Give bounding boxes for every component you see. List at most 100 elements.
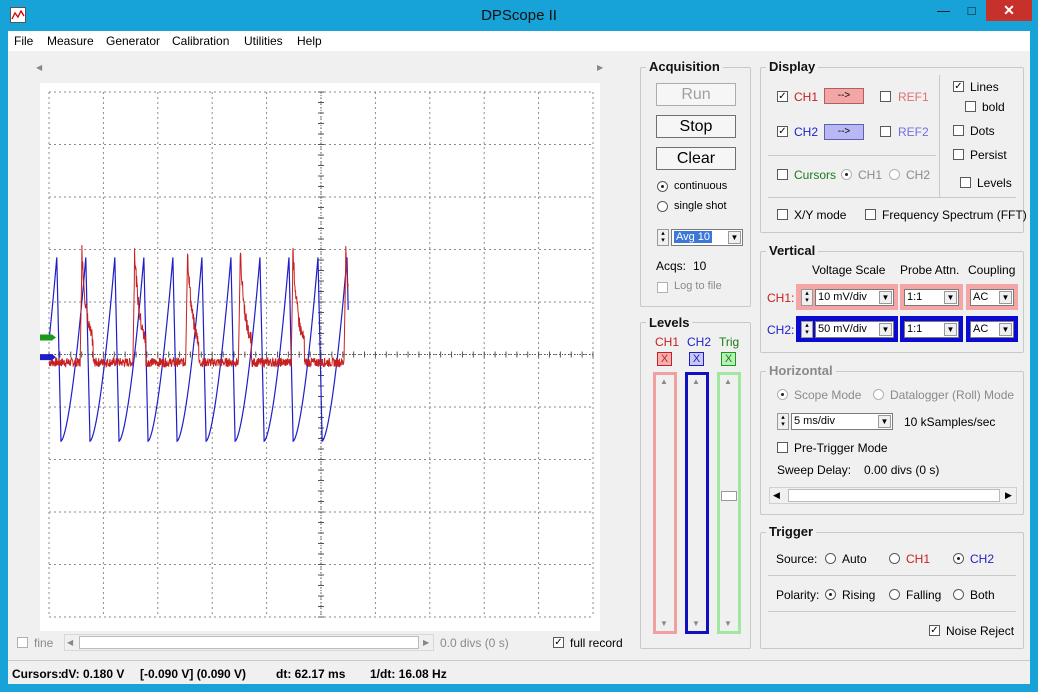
slider-down-icon[interactable]: ▼ (692, 619, 700, 628)
roll-mode-radio[interactable] (873, 389, 884, 400)
lines-label: Lines (970, 80, 999, 94)
ch1-color-button[interactable]: --> (824, 88, 864, 104)
both-radio[interactable] (953, 589, 964, 600)
bold-label: bold (982, 100, 1005, 114)
fine-label: fine (34, 636, 54, 650)
ref1-checkbox[interactable] (880, 91, 891, 102)
trig-level-slider[interactable]: ▲ ▼ (717, 372, 741, 634)
chevron-down-icon[interactable]: ▼ (944, 323, 957, 336)
bold-checkbox[interactable] (965, 101, 976, 112)
cursor-ch2-radio[interactable] (889, 169, 900, 180)
scroll-right-icon[interactable]: ▶ (423, 638, 429, 647)
timebase-spinner[interactable]: ▴ ▾ (777, 413, 789, 430)
scope-screen[interactable] (40, 83, 600, 631)
sweep-delay-slider[interactable]: ◀ ▶ (769, 487, 1017, 504)
slider-up-icon[interactable]: ▲ (724, 377, 732, 386)
clear-button[interactable]: Clear (656, 147, 736, 170)
chevron-down-icon[interactable]: ▼ (999, 323, 1012, 336)
pretrigger-checkbox[interactable] (777, 442, 788, 453)
full-record-checkbox[interactable]: ✓ (553, 637, 564, 648)
ch2-scale-spinner[interactable]: ▴ ▾ (801, 321, 813, 338)
ch2-scale-select[interactable]: 50 mV/div ▼ (815, 321, 894, 338)
ch1-scale-spinner[interactable]: ▴ ▾ (801, 289, 813, 306)
ch1-display-checkbox[interactable]: ✓ (777, 91, 788, 102)
cursor-ch1-label: CH1 (858, 168, 883, 182)
scroll-left-top-icon[interactable]: ◀ (36, 63, 42, 72)
maximize-button[interactable]: □ (958, 0, 985, 21)
avg-spinner[interactable]: ▴ ▾ (657, 229, 669, 246)
dots-checkbox[interactable] (953, 125, 964, 136)
title-bar: DPScope II — □ ✕ (0, 0, 1038, 31)
trig-level-thumb[interactable] (721, 491, 737, 501)
timebase-select[interactable]: 5 ms/div ▼ (791, 413, 893, 430)
menu-file[interactable]: File (14, 34, 33, 48)
scroll-left-icon[interactable]: ◀ (67, 638, 73, 647)
coupling-header: Coupling (968, 263, 1016, 277)
cursors-checkbox[interactable] (777, 169, 788, 180)
chevron-down-icon[interactable]: ▼ (879, 323, 892, 336)
ch2-level-slider[interactable]: ▲ ▼ (685, 372, 709, 634)
menu-utilities[interactable]: Utilities (244, 34, 283, 48)
fine-checkbox[interactable] (17, 637, 28, 648)
rising-radio[interactable] (825, 589, 836, 600)
persist-checkbox[interactable] (953, 149, 964, 160)
sweep-delay-thumb[interactable] (788, 489, 1000, 502)
slider-up-icon[interactable]: ▲ (660, 377, 668, 386)
trigger-ch1-radio[interactable] (889, 553, 900, 564)
levels-checkbox[interactable] (960, 177, 971, 188)
falling-radio[interactable] (889, 589, 900, 600)
ch2-display-checkbox[interactable]: ✓ (777, 126, 788, 137)
menu-generator[interactable]: Generator (106, 34, 160, 48)
status-bar: Cursors: dV: 0.180 V [-0.090 V] (0.090 V… (8, 660, 1030, 684)
minimize-button[interactable]: — (930, 0, 957, 21)
sweep-delay-label: Sweep Delay: (777, 463, 852, 477)
fft-checkbox[interactable] (865, 209, 876, 220)
ch2-probe-value: 1:1 (907, 323, 923, 335)
scope-plot (40, 91, 594, 618)
lines-checkbox[interactable]: ✓ (953, 81, 964, 92)
ch1-level-reset-button[interactable]: X (657, 352, 672, 366)
ch1-coupling-select[interactable]: AC ▼ (970, 289, 1014, 306)
single-shot-radio[interactable] (657, 201, 668, 212)
slider-down-icon[interactable]: ▼ (724, 619, 732, 628)
slider-up-icon[interactable]: ▲ (692, 377, 700, 386)
run-button[interactable]: Run (656, 83, 736, 106)
chevron-down-icon[interactable]: ▼ (878, 415, 891, 428)
scrollbar-thumb[interactable] (79, 636, 419, 649)
menu-measure[interactable]: Measure (47, 34, 94, 48)
trigger-auto-radio[interactable] (825, 553, 836, 564)
position-scrollbar[interactable]: ◀ ▶ (64, 634, 434, 651)
menu-calibration[interactable]: Calibration (172, 34, 229, 48)
chevron-down-icon[interactable]: ▼ (879, 291, 892, 304)
continuous-radio[interactable] (657, 181, 668, 192)
ch1-level-slider[interactable]: ▲ ▼ (653, 372, 677, 634)
slider-right-icon[interactable]: ▶ (1005, 490, 1012, 501)
menu-help[interactable]: Help (297, 34, 322, 48)
display-separator (768, 155, 936, 156)
scroll-right-top-icon[interactable]: ▶ (597, 63, 603, 72)
chevron-down-icon[interactable]: ▼ (944, 291, 957, 304)
xy-mode-checkbox[interactable] (777, 209, 788, 220)
ch2-coupling-select[interactable]: AC ▼ (970, 321, 1014, 338)
ch1-coupling-value: AC (973, 291, 989, 303)
slider-down-icon[interactable]: ▼ (660, 619, 668, 628)
ch2-probe-select[interactable]: 1:1 ▼ (904, 321, 959, 338)
single-shot-label: single shot (674, 200, 727, 212)
close-button[interactable]: ✕ (986, 0, 1032, 21)
cursor-ch1-radio[interactable] (841, 169, 852, 180)
ch2-level-reset-button[interactable]: X (689, 352, 704, 366)
ch1-scale-select[interactable]: 10 mV/div ▼ (815, 289, 894, 306)
slider-left-icon[interactable]: ◀ (773, 490, 780, 501)
trig-level-reset-button[interactable]: X (721, 352, 736, 366)
chevron-down-icon[interactable]: ▼ (999, 291, 1012, 304)
trigger-ch2-radio[interactable] (953, 553, 964, 564)
chevron-down-icon[interactable]: ▼ (728, 231, 741, 244)
ch2-color-button[interactable]: --> (824, 124, 864, 140)
ch1-probe-select[interactable]: 1:1 ▼ (904, 289, 959, 306)
log-to-file-checkbox[interactable] (657, 282, 668, 293)
stop-button[interactable]: Stop (656, 115, 736, 138)
noise-reject-checkbox[interactable]: ✓ (929, 625, 940, 636)
avg-select[interactable]: Avg 10 ▼ (671, 229, 743, 246)
ref2-checkbox[interactable] (880, 126, 891, 137)
scope-mode-radio[interactable] (777, 389, 788, 400)
